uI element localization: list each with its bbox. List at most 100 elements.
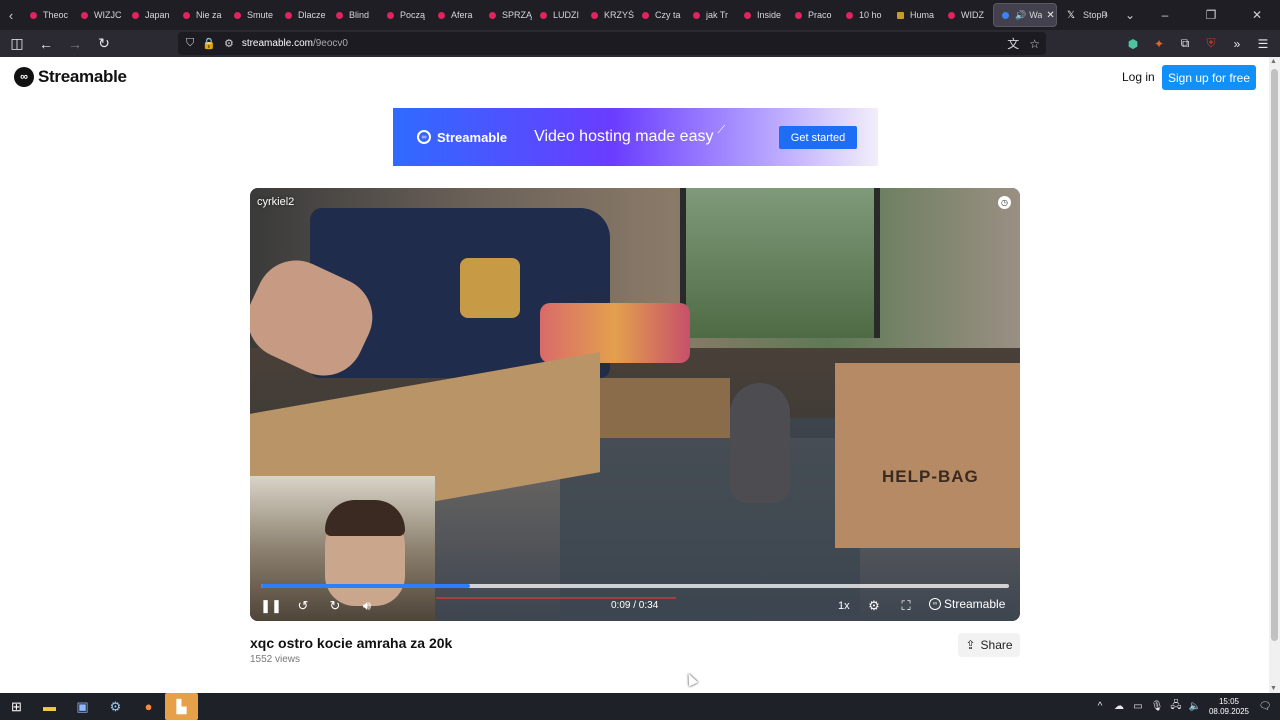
rss-icon bbox=[234, 11, 241, 19]
settings-gear-icon[interactable]: ⚙ bbox=[865, 595, 883, 617]
taskbar-clock[interactable]: 15:05 08.09.2025 bbox=[1209, 697, 1249, 717]
tab[interactable]: SPRZĄ bbox=[481, 0, 532, 30]
firefox-icon[interactable]: ● bbox=[132, 693, 165, 720]
site-logo[interactable]: ∞ Streamable bbox=[14, 67, 127, 87]
tab[interactable]: Huma bbox=[889, 0, 940, 30]
url-host: streamable.com bbox=[241, 38, 313, 49]
tab[interactable]: jak Tr bbox=[685, 0, 736, 30]
clock-icon[interactable]: ◷ bbox=[998, 196, 1011, 209]
restore-button[interactable]: ❐ bbox=[1188, 0, 1234, 30]
rss-icon bbox=[795, 11, 802, 19]
speaker-icon[interactable]: 🔊 bbox=[1015, 10, 1026, 21]
shield-icon[interactable]: ⛉ bbox=[186, 37, 194, 50]
rewind-10-icon[interactable]: ↺ bbox=[294, 595, 312, 617]
toolbar-extensions: ⬢ ✦ ⧉ ⛨ » ☰ bbox=[1122, 30, 1274, 57]
tab[interactable]: WIDZ bbox=[940, 0, 991, 30]
chevron-down-icon[interactable]: ⌄ bbox=[1118, 0, 1142, 30]
tab[interactable]: Czy ta bbox=[634, 0, 685, 30]
tabs-scroll-right-button[interactable]: › bbox=[1094, 0, 1118, 30]
volume-icon[interactable]: 🔊︎ bbox=[358, 595, 376, 617]
seek-bar[interactable] bbox=[261, 584, 1009, 588]
app-active-icon[interactable]: ▙ bbox=[165, 693, 198, 720]
share-button[interactable]: ⇪ Share bbox=[958, 633, 1020, 657]
tab[interactable]: Theoc bbox=[22, 0, 73, 30]
rss-icon bbox=[30, 11, 37, 19]
steam-icon[interactable]: ⚙ bbox=[99, 693, 132, 720]
tab[interactable]: Blind bbox=[328, 0, 379, 30]
tab[interactable]: Praco bbox=[787, 0, 838, 30]
login-link[interactable]: Log in bbox=[1122, 70, 1155, 84]
ublock-icon[interactable]: ⛨ bbox=[1200, 33, 1222, 55]
tab-active[interactable]: 🔊 Wa ✕ bbox=[993, 3, 1057, 27]
tab[interactable]: KRZYŚ bbox=[583, 0, 634, 30]
minimize-button[interactable]: – bbox=[1142, 0, 1188, 30]
tab[interactable]: Dlacze bbox=[277, 0, 328, 30]
forward-button[interactable]: → bbox=[63, 32, 87, 56]
banner-tagline: Video hosting made easy bbox=[534, 128, 714, 145]
vpn-extension-icon[interactable]: ⬢ bbox=[1122, 33, 1144, 55]
tab[interactable]: Nie za bbox=[175, 0, 226, 30]
close-window-button[interactable]: ✕ bbox=[1234, 0, 1280, 30]
monitor-icon[interactable]: ▭ bbox=[1131, 701, 1145, 712]
video-title: xqc ostro kocie amraha za 20k bbox=[250, 635, 453, 651]
pause-button[interactable]: ❚❚ bbox=[260, 595, 282, 617]
tab[interactable]: WIZJC bbox=[73, 0, 124, 30]
playback-speed-button[interactable]: 1x bbox=[838, 600, 850, 612]
tab[interactable]: Smute bbox=[226, 0, 277, 30]
close-icon[interactable]: ✕ bbox=[1046, 10, 1054, 21]
rss-icon bbox=[744, 11, 751, 19]
chevron-up-icon[interactable]: ^ bbox=[1093, 701, 1107, 712]
window-controls: › ⌄ – ❐ ✕ bbox=[1094, 0, 1280, 30]
rss-icon bbox=[81, 11, 88, 19]
tab[interactable]: LUDZI bbox=[532, 0, 583, 30]
uploader-name[interactable]: cyrkiel2 bbox=[257, 196, 294, 208]
rss-icon bbox=[183, 11, 190, 19]
permissions-icon[interactable]: ⚙ bbox=[224, 37, 234, 50]
translate-icon[interactable]: 文 bbox=[1007, 35, 1019, 52]
scrollbar-thumb[interactable] bbox=[1271, 69, 1278, 641]
extension-icon[interactable]: ✦ bbox=[1148, 33, 1170, 55]
microphone-icon[interactable]: 🎙 bbox=[1150, 701, 1164, 712]
tab[interactable]: Afera bbox=[430, 0, 481, 30]
address-bar-actions: 文 ☆ bbox=[1007, 32, 1040, 55]
view-count: 1552 views bbox=[250, 654, 301, 665]
cloud-icon[interactable]: ☁ bbox=[1112, 701, 1126, 712]
windows-start-icon[interactable]: ⊞ bbox=[0, 693, 33, 720]
back-button[interactable]: ← bbox=[34, 32, 58, 56]
hamburger-menu-icon[interactable]: ☰ bbox=[1252, 33, 1274, 55]
overflow-menu-icon[interactable]: » bbox=[1226, 33, 1248, 55]
notifications-icon[interactable]: 🗨 bbox=[1258, 701, 1272, 712]
lock-icon[interactable]: 🔒 bbox=[202, 37, 216, 50]
address-bar[interactable]: ⛉ 🔒 ⚙ streamable.com/9eocv0 文 ☆ bbox=[178, 32, 1046, 55]
puzzle-icon[interactable]: ⧉ bbox=[1174, 33, 1196, 55]
tab[interactable]: Począ bbox=[379, 0, 430, 30]
get-started-button[interactable]: Get started bbox=[779, 126, 857, 149]
rss-icon bbox=[438, 11, 445, 19]
network-icon[interactable]: 🖧 bbox=[1169, 698, 1183, 715]
signup-button[interactable]: Sign up for free bbox=[1162, 65, 1256, 90]
tab[interactable]: Japan bbox=[124, 0, 175, 30]
reload-button[interactable]: ↻ bbox=[92, 32, 116, 56]
player-brand-link[interactable]: ∞ Streamable bbox=[929, 597, 1005, 611]
mouse-cursor bbox=[683, 671, 699, 687]
scroll-down-arrow[interactable]: ▼ bbox=[1270, 685, 1277, 692]
x-logo-icon: 𝕏 bbox=[1067, 9, 1076, 21]
video-frame-window bbox=[680, 188, 880, 338]
tabs-scroll-left-button[interactable]: ‹ bbox=[0, 0, 22, 30]
ad-banner[interactable]: ∞ Streamable Video hosting made easy ⟋ G… bbox=[393, 108, 878, 166]
rss-icon bbox=[591, 11, 598, 19]
browser-toolbar: ◫ ← → ↻ ⛉ 🔒 ⚙ streamable.com/9eocv0 文 ☆ … bbox=[0, 30, 1280, 57]
sidebar-icon[interactable]: ◫ bbox=[5, 32, 29, 56]
fullscreen-icon[interactable]: ⛶ bbox=[897, 595, 915, 617]
forward-10-icon[interactable]: ↻ bbox=[326, 595, 344, 617]
tab[interactable]: Inside bbox=[736, 0, 787, 30]
sparkle-icon: ⟋ bbox=[717, 123, 726, 136]
video-player[interactable]: HELP-BAG cyrkiel2 ◷ ❚❚ ↺ ↻ 🔊︎ 0:09 / 0:3… bbox=[250, 188, 1020, 621]
volume-tray-icon[interactable]: 🔈 bbox=[1188, 701, 1202, 712]
scroll-up-arrow[interactable]: ▲ bbox=[1270, 58, 1277, 65]
file-explorer-icon[interactable]: ▬ bbox=[33, 693, 66, 720]
page-scrollbar[interactable]: ▲ ▼ bbox=[1269, 57, 1280, 693]
tab[interactable]: 10 ho bbox=[838, 0, 889, 30]
star-icon[interactable]: ☆ bbox=[1029, 37, 1040, 51]
remote-desktop-icon[interactable]: ▣ bbox=[66, 693, 99, 720]
